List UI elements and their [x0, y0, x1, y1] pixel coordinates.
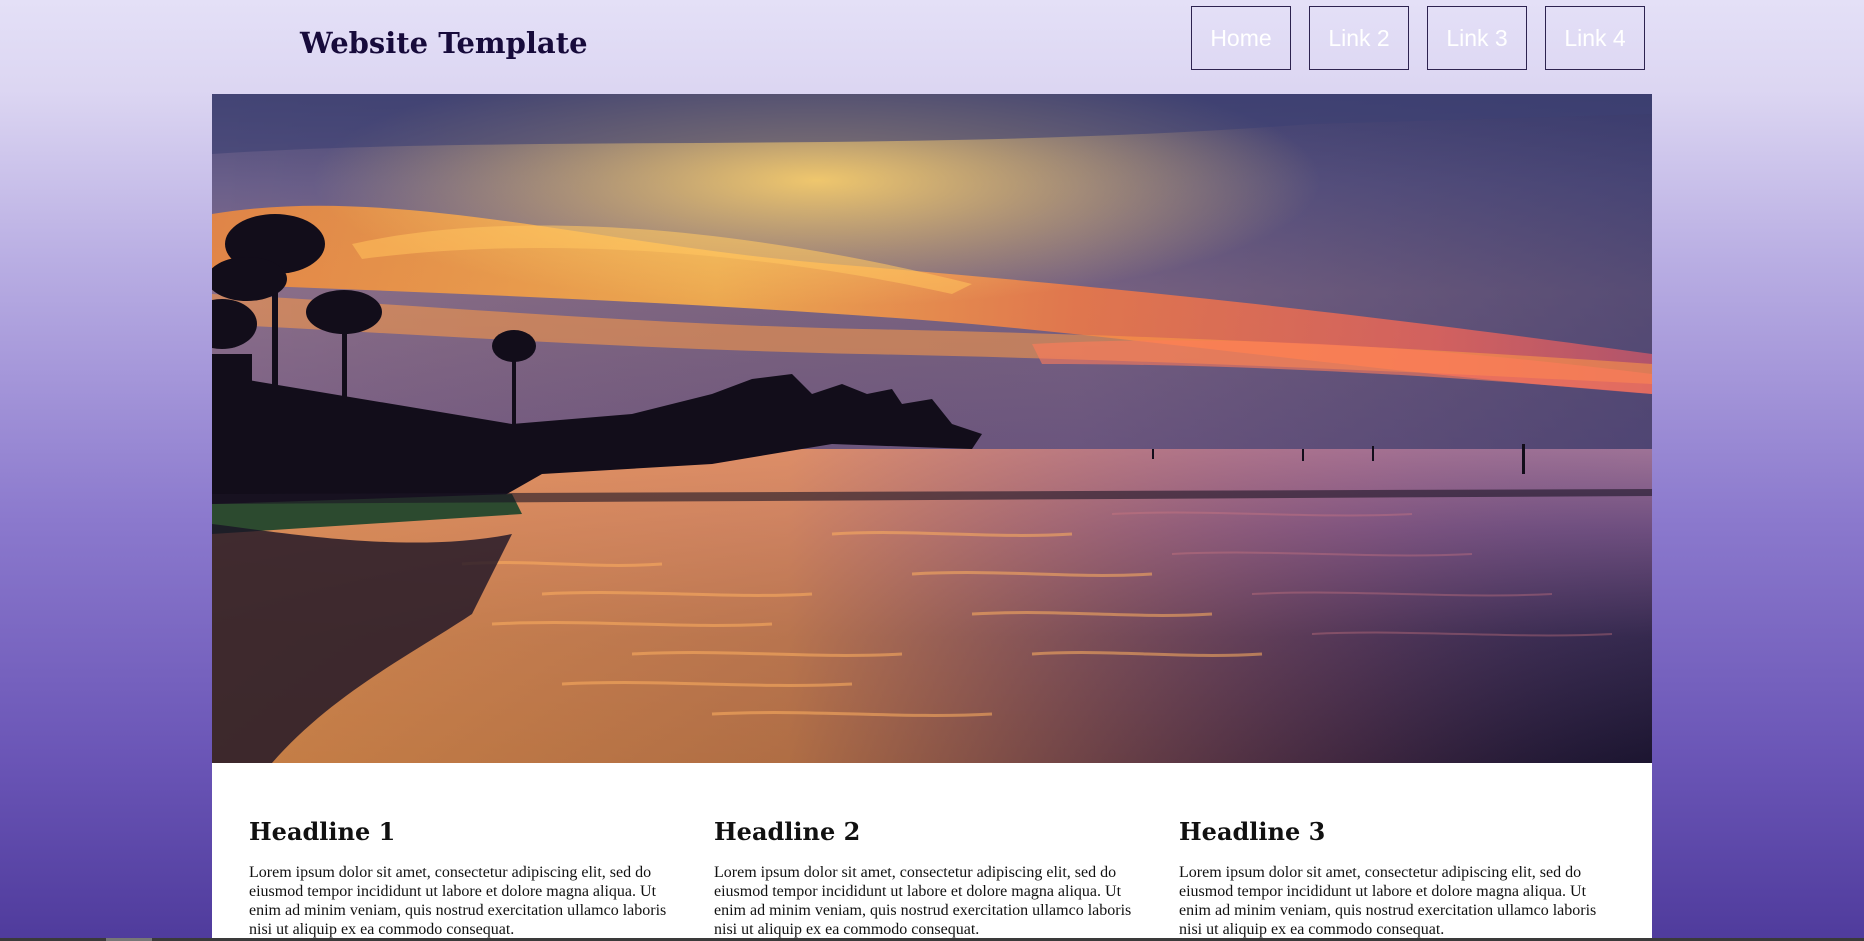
nav-link-3[interactable]: Link 3 — [1427, 6, 1527, 70]
column-1: Headline 1 Lorem ipsum dolor sit amet, c… — [249, 817, 679, 939]
nav-link-2[interactable]: Link 2 — [1309, 6, 1409, 70]
headline-1: Headline 1 — [249, 817, 396, 846]
site-title: Website Template — [300, 26, 588, 60]
nav-link-4[interactable]: Link 4 — [1545, 6, 1645, 70]
column-1-body: Lorem ipsum dolor sit amet, consectetur … — [249, 864, 667, 938]
column-3-body: Lorem ipsum dolor sit amet, consectetur … — [1179, 864, 1597, 938]
column-2: Headline 2 Lorem ipsum dolor sit amet, c… — [714, 817, 1144, 939]
nav-link-home[interactable]: Home — [1191, 6, 1291, 70]
main-nav: Home Link 2 Link 3 Link 4 — [1191, 6, 1645, 70]
column-3: Headline 3 Lorem ipsum dolor sit amet, c… — [1179, 817, 1609, 939]
hero-sunset-image — [212, 94, 1652, 763]
headline-3: Headline 3 — [1179, 817, 1326, 846]
headline-2: Headline 2 — [714, 817, 861, 846]
content-section: Headline 1 Lorem ipsum dolor sit amet, c… — [212, 763, 1652, 941]
column-2-body: Lorem ipsum dolor sit amet, consectetur … — [714, 864, 1132, 938]
